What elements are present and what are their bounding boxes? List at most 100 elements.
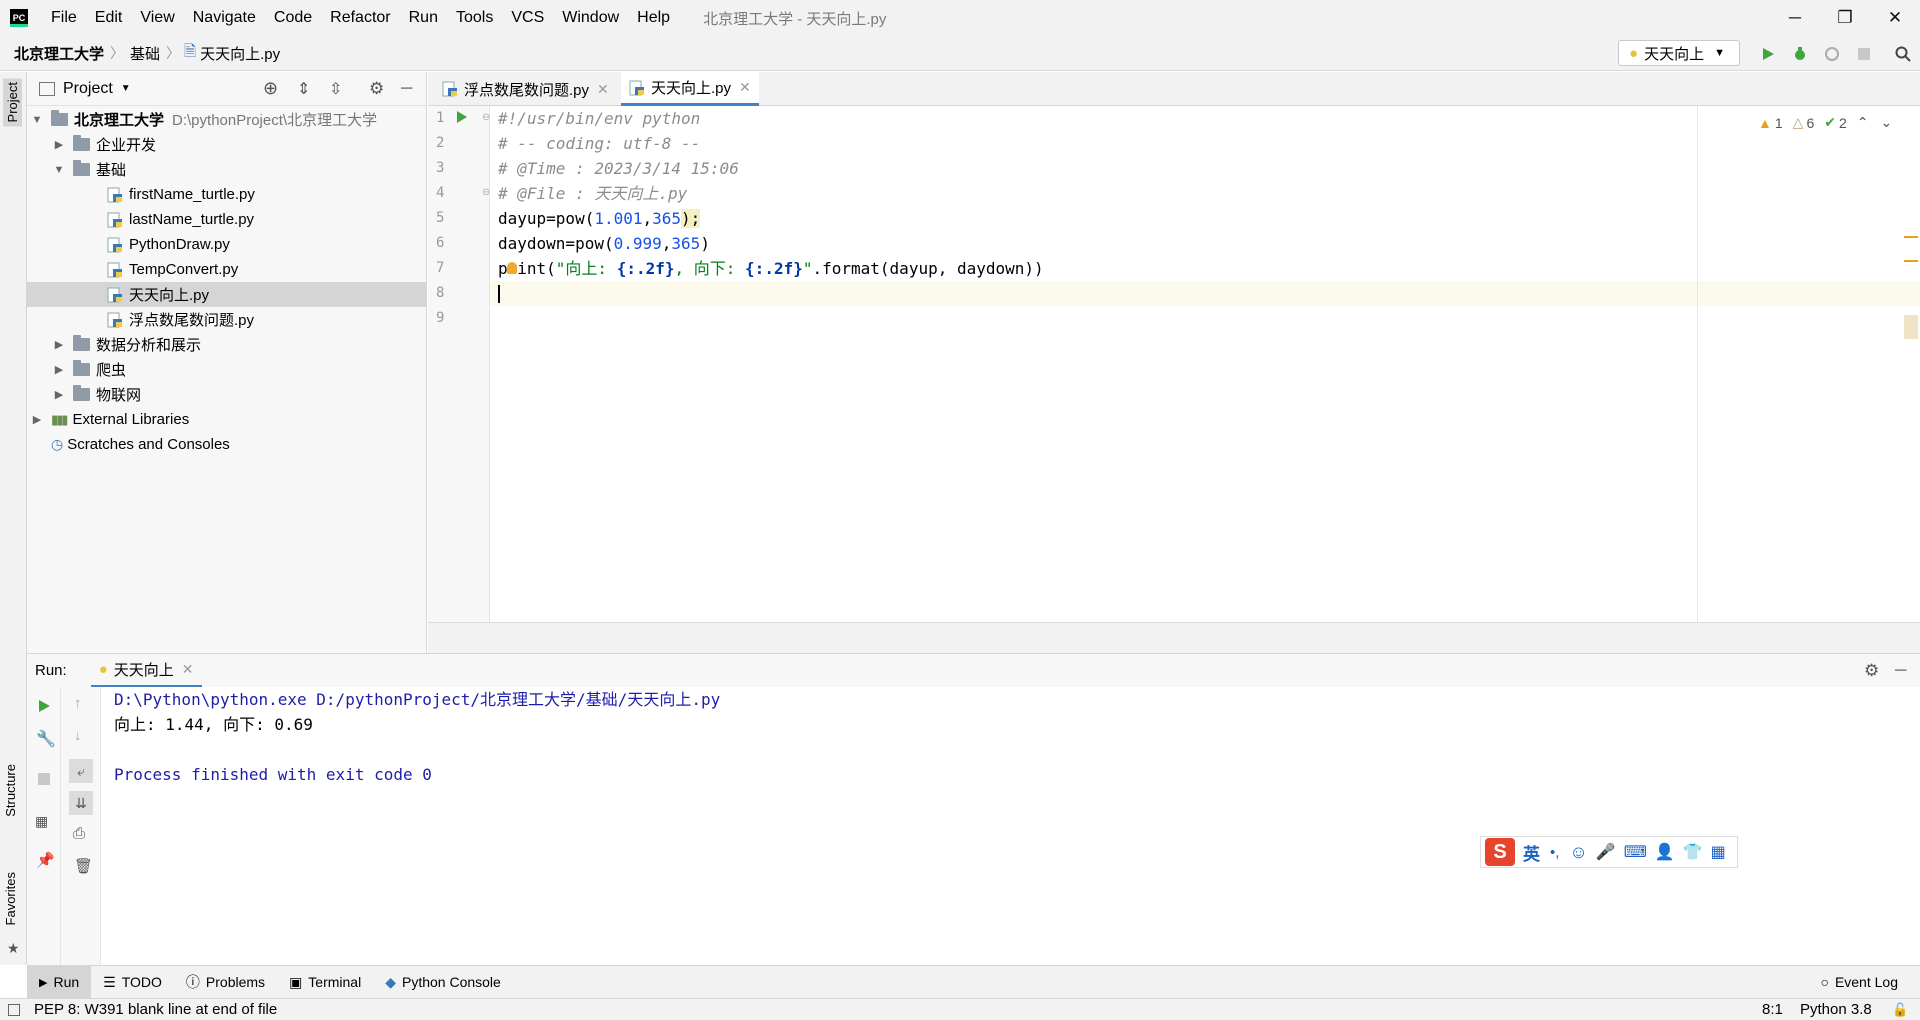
run-tab[interactable]: ● 天天向上 ✕ xyxy=(90,654,202,688)
tree-scratches[interactable]: ◷ Scratches and Consoles xyxy=(31,432,230,457)
console-line: Process finished with exit code 0 xyxy=(114,765,432,784)
restore-button[interactable]: ❐ xyxy=(1820,0,1870,36)
search-everywhere-button[interactable] xyxy=(1893,44,1913,64)
stop-button[interactable] xyxy=(1854,44,1874,64)
run-config-selector[interactable]: ● 天天向上 ▼ xyxy=(1618,40,1740,66)
inspection-widget[interactable]: ▲ 1 △ 6 ✔ 2 ⌃ ⌄ xyxy=(1758,114,1892,131)
run-console[interactable]: D:\Python\python.exe D:/pythonProject/北京… xyxy=(101,687,1920,965)
tree-item-label: External Libraries xyxy=(72,411,190,428)
tree-file[interactable]: 浮点数尾数问题.py xyxy=(107,307,254,332)
pycharm-logo-icon: PC xyxy=(10,9,28,27)
error-stripe-mark[interactable] xyxy=(1904,236,1918,238)
lightbulb-icon[interactable] xyxy=(507,262,517,274)
menu-file[interactable]: File xyxy=(42,0,86,36)
hide-panel-icon[interactable]: ─ xyxy=(401,80,412,98)
structure-side-tab[interactable]: Structure xyxy=(3,764,18,817)
tree-file[interactable]: PythonDraw.py xyxy=(107,232,230,257)
status-toggle-icon[interactable] xyxy=(8,1003,20,1016)
print-icon[interactable]: ⎙ xyxy=(73,825,85,842)
grid-icon[interactable]: ▦ xyxy=(1711,842,1726,862)
scroll-to-end-icon[interactable]: ⇊ xyxy=(69,791,93,815)
collapse-all-icon[interactable]: ⇳ xyxy=(329,79,342,99)
run-gutter-icon[interactable] xyxy=(456,110,468,124)
gear-icon[interactable]: ⚙ xyxy=(1864,661,1879,681)
tree-folder-数据分析和展示[interactable]: ▶ 数据分析和展示 xyxy=(53,332,201,357)
chevron-up-icon[interactable]: ⌃ xyxy=(1857,114,1869,131)
microphone-icon[interactable]: 🎤 xyxy=(1596,842,1616,862)
menu-run[interactable]: Run xyxy=(400,0,447,36)
project-view-selector[interactable]: Project xyxy=(63,80,113,98)
chevron-down-icon[interactable]: ⌄ xyxy=(1881,114,1893,131)
tool-window-todo[interactable]: ☰ TODO xyxy=(91,966,174,999)
coverage-button[interactable] xyxy=(1822,44,1842,64)
close-icon[interactable]: ✕ xyxy=(597,81,609,98)
ime-toolbar[interactable]: S 英 •, ☺ 🎤 ⌨ 👤 👕 ▦ xyxy=(1480,836,1738,868)
project-side-tab[interactable]: Project xyxy=(3,78,22,127)
emoji-icon[interactable]: ☺ xyxy=(1569,842,1587,863)
debug-button[interactable] xyxy=(1790,44,1810,64)
menu-vcs[interactable]: VCS xyxy=(502,0,553,36)
soft-wrap-icon[interactable]: ⤶ xyxy=(69,759,93,783)
run-toolbar-primary: 🔧 ▦ 📌 xyxy=(27,687,61,965)
locate-file-icon[interactable]: ⊕ xyxy=(263,78,278,99)
pin-icon[interactable]: 📌 xyxy=(36,851,55,869)
close-icon[interactable]: ✕ xyxy=(182,661,194,678)
keyboard-icon[interactable]: ⌨ xyxy=(1624,842,1647,862)
run-button[interactable] xyxy=(1758,44,1778,64)
python-interpreter[interactable]: Python 3.8 xyxy=(1800,1001,1872,1018)
lock-icon[interactable]: 🔓 xyxy=(1892,1002,1908,1018)
menu-edit[interactable]: Edit xyxy=(86,0,132,36)
ime-mode[interactable]: 英 xyxy=(1523,840,1540,865)
menu-tools[interactable]: Tools xyxy=(447,0,502,36)
tree-file[interactable]: firstName_turtle.py xyxy=(107,182,255,207)
menu-help[interactable]: Help xyxy=(628,0,679,36)
breadcrumb-folder[interactable]: 基础 xyxy=(130,43,160,64)
menu-code[interactable]: Code xyxy=(265,0,321,36)
arrow-down-icon[interactable]: ↓ xyxy=(74,727,82,744)
menu-refactor[interactable]: Refactor xyxy=(321,0,399,36)
tree-folder-物联网[interactable]: ▶ 物联网 xyxy=(53,382,141,407)
menu-navigate[interactable]: Navigate xyxy=(184,0,265,36)
tool-window-python-console[interactable]: ◆ Python Console xyxy=(373,966,513,999)
tree-root[interactable]: ▼ 北京理工大学 D:\pythonProject\北京理工大学 xyxy=(31,107,377,132)
tool-window-terminal[interactable]: ▣ Terminal xyxy=(277,966,373,999)
minimize-button[interactable]: ─ xyxy=(1770,0,1820,36)
skin-icon[interactable]: 👕 xyxy=(1683,842,1703,862)
favorites-side-tab[interactable]: Favorites xyxy=(3,872,18,925)
caret-position[interactable]: 8:1 xyxy=(1762,1001,1783,1018)
tab-label: 浮点数尾数问题.py xyxy=(464,81,590,99)
tree-external-libraries[interactable]: ▶ ▮▮▮ External Libraries xyxy=(31,407,189,432)
tool-window-problems[interactable]: ⓘ Problems xyxy=(174,966,277,999)
error-stripe-mark[interactable] xyxy=(1904,260,1918,262)
expand-all-icon[interactable]: ⇕ xyxy=(297,79,310,99)
punctuation-icon[interactable]: •, xyxy=(1550,844,1559,861)
tab-浮点数尾数问题[interactable]: 浮点数尾数问题.py ✕ xyxy=(442,72,609,106)
user-icon[interactable]: 👤 xyxy=(1655,842,1675,862)
tool-window-run[interactable]: ▶ Run xyxy=(27,965,92,999)
code-line-7: print("向上: {:.2f}, 向下: {:.2f}".format(da… xyxy=(498,259,1044,278)
menu-window[interactable]: Window xyxy=(553,0,628,36)
close-window-button[interactable]: ✕ xyxy=(1870,0,1920,36)
trash-icon[interactable]: 🗑 xyxy=(74,857,93,875)
layout-icon[interactable]: ▦ xyxy=(35,813,48,830)
close-icon[interactable]: ✕ xyxy=(739,79,751,96)
menu-view[interactable]: View xyxy=(131,0,183,36)
arrow-up-icon[interactable]: ↑ xyxy=(74,695,82,712)
scrollbar-thumb[interactable] xyxy=(1904,315,1918,339)
tree-file-selected[interactable]: 天天向上.py xyxy=(27,282,426,307)
tree-folder-企业开发[interactable]: ▶ 企业开发 xyxy=(53,132,156,157)
stop-icon[interactable] xyxy=(38,773,50,785)
code-editor[interactable]: #!/usr/bin/env python # -- coding: utf-8… xyxy=(490,106,1920,622)
hide-panel-icon[interactable]: ─ xyxy=(1895,662,1906,680)
tree-file[interactable]: lastName_turtle.py xyxy=(107,207,254,232)
rerun-button[interactable] xyxy=(37,699,51,713)
tree-folder-爬虫[interactable]: ▶ 爬虫 xyxy=(53,357,126,382)
breadcrumb-project[interactable]: 北京理工大学 xyxy=(14,43,104,64)
tab-天天向上[interactable]: 天天向上.py ✕ xyxy=(621,72,759,106)
tree-folder-基础[interactable]: ▼ 基础 xyxy=(53,157,126,182)
event-log[interactable]: ○ Event Log xyxy=(1808,966,1910,999)
tree-file[interactable]: TempConvert.py xyxy=(107,257,238,282)
wrench-icon[interactable]: 🔧 xyxy=(36,729,56,749)
breadcrumb-file[interactable]: 天天向上.py xyxy=(200,43,280,64)
gear-icon[interactable]: ⚙ xyxy=(369,79,384,99)
